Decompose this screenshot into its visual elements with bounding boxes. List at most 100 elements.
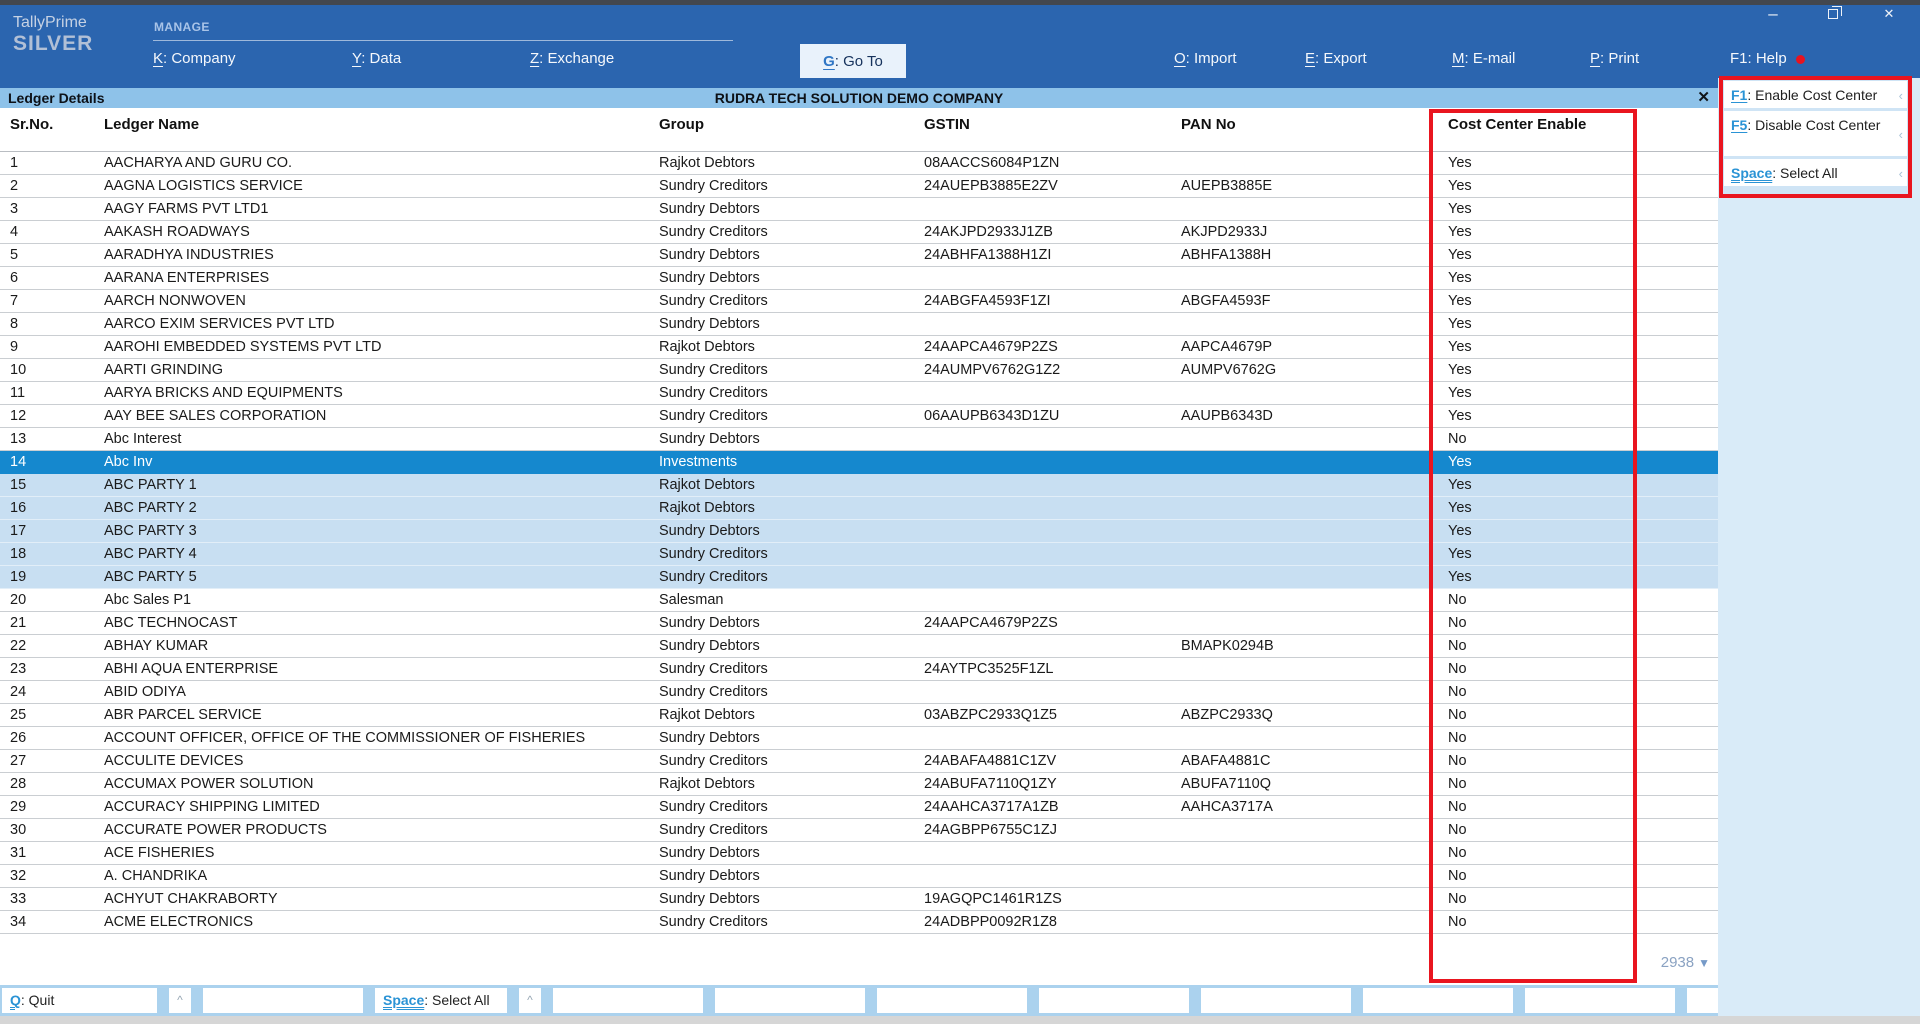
table-row[interactable]: 4 AAKASH ROADWAYS Sundry Creditors 24AKJ… — [0, 221, 1718, 244]
empty-button-slot — [715, 988, 865, 1013]
cell-group: Sundry Creditors — [652, 405, 917, 427]
table-row[interactable]: 19 ABC PARTY 5 Sundry Creditors Yes — [0, 566, 1718, 589]
cell-ledger-name: AARCO EXIM SERVICES PVT LTD — [96, 313, 652, 335]
close-window-icon[interactable]: ✕ — [1876, 4, 1902, 24]
table-row[interactable]: 18 ABC PARTY 4 Sundry Creditors Yes — [0, 543, 1718, 566]
empty-button-slot — [1525, 988, 1675, 1013]
close-report-icon[interactable]: ✕ — [1697, 88, 1710, 108]
cell-pan-no — [1174, 658, 1435, 680]
select-all-button[interactable]: Space: Select All — [375, 988, 507, 1013]
menu-item-data[interactable]: Y: Data — [352, 50, 401, 67]
cell-cost-center-enable: No — [1435, 842, 1718, 864]
cell-sr-no: 23 — [0, 658, 96, 680]
ledger-table: Sr.No. Ledger Name Group GSTIN PAN No Co… — [0, 108, 1718, 985]
bottom-button-bar: Q: Quit ^ Space: Select All ^ — [0, 985, 1718, 1016]
menu-section-label: MANAGE — [154, 20, 210, 34]
cell-cost-center-enable: No — [1435, 819, 1718, 841]
cell-pan-no: ABGFA4593F — [1174, 290, 1435, 312]
cell-pan-no — [1174, 589, 1435, 611]
goto-button[interactable]: G: Go To — [800, 44, 906, 78]
restore-icon[interactable] — [1820, 4, 1846, 24]
table-row[interactable]: 24 ABID ODIYA Sundry Creditors No — [0, 681, 1718, 704]
cell-ledger-name: ACCOUNT OFFICER, OFFICE OF THE COMMISSIO… — [96, 727, 652, 749]
header-group: Group — [652, 116, 917, 151]
menu-item-email[interactable]: M: E-mail — [1452, 50, 1515, 67]
chevron-left-icon: ‹ — [1899, 166, 1903, 181]
cell-ledger-name: ACME ELECTRONICS — [96, 911, 652, 933]
panel-item-select-all[interactable]: Space : Select All ‹ — [1724, 159, 1907, 186]
table-row[interactable]: 30 ACCURATE POWER PRODUCTS Sundry Credit… — [0, 819, 1718, 842]
table-row[interactable]: 29 ACCURACY SHIPPING LIMITED Sundry Cred… — [0, 796, 1718, 819]
table-row[interactable]: 28 ACCUMAX POWER SOLUTION Rajkot Debtors… — [0, 773, 1718, 796]
cell-cost-center-enable: No — [1435, 796, 1718, 818]
cell-group: Sundry Creditors — [652, 681, 917, 703]
table-row[interactable]: 6 AARANA ENTERPRISES Sundry Debtors Yes — [0, 267, 1718, 290]
cell-pan-no — [1174, 865, 1435, 887]
table-row[interactable]: 2 AAGNA LOGISTICS SERVICE Sundry Credito… — [0, 175, 1718, 198]
cell-cost-center-enable: Yes — [1435, 221, 1718, 243]
cell-gstin: 24AAPCA4679P2ZS — [917, 336, 1174, 358]
panel-item-enable-cost-center[interactable]: F1 : Enable Cost Center ‹ — [1724, 81, 1907, 108]
table-row[interactable]: 13 Abc Interest Sundry Debtors No — [0, 428, 1718, 451]
table-row[interactable]: 12 AAY BEE SALES CORPORATION Sundry Cred… — [0, 405, 1718, 428]
cell-group: Rajkot Debtors — [652, 773, 917, 795]
menu-item-exchange[interactable]: Z: Exchange — [530, 50, 614, 67]
cell-cost-center-enable: No — [1435, 888, 1718, 910]
cell-group: Sundry Creditors — [652, 658, 917, 680]
cell-ledger-name: ACE FISHERIES — [96, 842, 652, 864]
menu-item-export[interactable]: E: Export — [1305, 50, 1367, 67]
cell-gstin: 24AUMPV6762G1Z2 — [917, 359, 1174, 381]
cell-cost-center-enable: Yes — [1435, 543, 1718, 565]
cell-cost-center-enable: Yes — [1435, 497, 1718, 519]
minimize-icon[interactable]: – — [1760, 4, 1786, 24]
quit-button[interactable]: Q: Quit — [2, 988, 157, 1013]
cell-cost-center-enable: No — [1435, 635, 1718, 657]
cell-group: Sundry Creditors — [652, 566, 917, 588]
menu-item-help[interactable]: F1: Help — [1730, 50, 1805, 67]
cell-ledger-name: ABC PARTY 2 — [96, 497, 652, 519]
cell-gstin — [917, 382, 1174, 404]
table-row[interactable]: 3 AAGY FARMS PVT LTD1 Sundry Debtors Yes — [0, 198, 1718, 221]
table-row[interactable]: 31 ACE FISHERIES Sundry Debtors No — [0, 842, 1718, 865]
cell-group: Sundry Debtors — [652, 865, 917, 887]
menu-item-print[interactable]: P: Print — [1590, 50, 1639, 67]
table-row[interactable]: 26 ACCOUNT OFFICER, OFFICE OF THE COMMIS… — [0, 727, 1718, 750]
cell-sr-no: 19 — [0, 566, 96, 588]
menu-item-import[interactable]: O: Import — [1174, 50, 1237, 67]
table-row[interactable]: 10 AARTI GRINDING Sundry Creditors 24AUM… — [0, 359, 1718, 382]
table-row[interactable]: 16 ABC PARTY 2 Rajkot Debtors Yes — [0, 497, 1718, 520]
table-row[interactable]: 1 AACHARYA AND GURU CO. Rajkot Debtors 0… — [0, 152, 1718, 175]
table-row[interactable]: 27 ACCULITE DEVICES Sundry Creditors 24A… — [0, 750, 1718, 773]
cell-gstin: 24AAHCA3717A1ZB — [917, 796, 1174, 818]
cell-gstin: 24ABGFA4593F1ZI — [917, 290, 1174, 312]
table-row[interactable]: 23 ABHI AQUA ENTERPRISE Sundry Creditors… — [0, 658, 1718, 681]
table-row[interactable]: 20 Abc Sales P1 Salesman No — [0, 589, 1718, 612]
table-row[interactable]: 22 ABHAY KUMAR Sundry Debtors BMAPK0294B… — [0, 635, 1718, 658]
cell-sr-no: 13 — [0, 428, 96, 450]
cell-group: Sundry Debtors — [652, 612, 917, 634]
menu-item-company[interactable]: K: Company — [153, 50, 236, 67]
table-row[interactable]: 11 AARYA BRICKS AND EQUIPMENTS Sundry Cr… — [0, 382, 1718, 405]
cell-cost-center-enable: No — [1435, 727, 1718, 749]
table-row[interactable]: 5 AARADHYA INDUSTRIES Sundry Debtors 24A… — [0, 244, 1718, 267]
table-row[interactable]: 32 A. CHANDRIKA Sundry Debtors No — [0, 865, 1718, 888]
table-row[interactable]: 34 ACME ELECTRONICS Sundry Creditors 24A… — [0, 911, 1718, 934]
table-row[interactable]: 8 AARCO EXIM SERVICES PVT LTD Sundry Deb… — [0, 313, 1718, 336]
cell-gstin: 24ADBPP0092R1Z8 — [917, 911, 1174, 933]
cell-ledger-name: Abc Sales P1 — [96, 589, 652, 611]
table-row[interactable]: 7 AARCH NONWOVEN Sundry Creditors 24ABGF… — [0, 290, 1718, 313]
table-row[interactable]: 25 ABR PARCEL SERVICE Rajkot Debtors 03A… — [0, 704, 1718, 727]
row-count-indicator[interactable]: 2938▼ — [1570, 954, 1710, 971]
table-row[interactable]: 14 Abc Inv Investments Yes — [0, 451, 1718, 474]
panel-item-disable-cost-center[interactable]: F5 : Disable Cost Center ‹ — [1724, 111, 1907, 156]
table-row[interactable]: 17 ABC PARTY 3 Sundry Debtors Yes — [0, 520, 1718, 543]
caret-up-icon: ^ — [519, 988, 541, 1013]
cell-cost-center-enable: No — [1435, 681, 1718, 703]
cell-ledger-name: AAY BEE SALES CORPORATION — [96, 405, 652, 427]
cell-group: Sundry Creditors — [652, 290, 917, 312]
header-pan-no: PAN No — [1174, 116, 1435, 151]
table-row[interactable]: 33 ACHYUT CHAKRABORTY Sundry Debtors 19A… — [0, 888, 1718, 911]
table-row[interactable]: 9 AAROHI EMBEDDED SYSTEMS PVT LTD Rajkot… — [0, 336, 1718, 359]
table-row[interactable]: 21 ABC TECHNOCAST Sundry Debtors 24AAPCA… — [0, 612, 1718, 635]
table-row[interactable]: 15 ABC PARTY 1 Rajkot Debtors Yes — [0, 474, 1718, 497]
